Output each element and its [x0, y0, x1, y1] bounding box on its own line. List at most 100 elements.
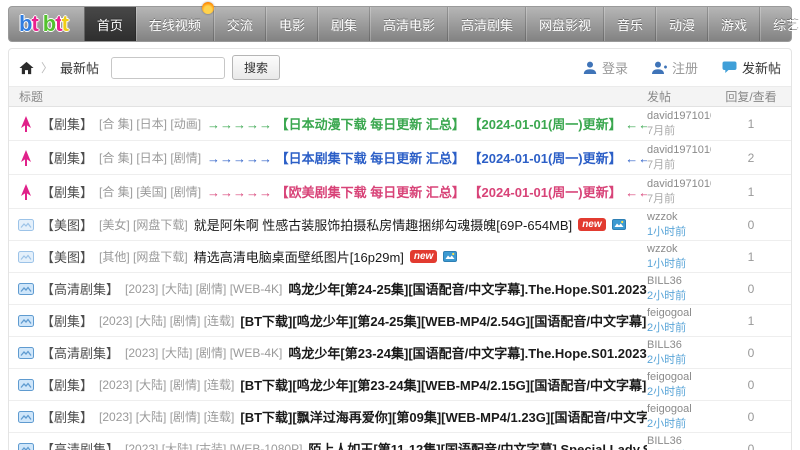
search-input[interactable] — [111, 56, 226, 79]
nav-item-games[interactable]: 游戏 — [708, 7, 761, 41]
reply-count: 0 — [747, 377, 755, 392]
login-link[interactable]: 登录 — [583, 58, 628, 77]
table-row: 【剧集】 [2023] [大陆] [剧情] [连载] [BT下载][鸣龙少年][… — [9, 369, 791, 401]
poster-name[interactable]: wzzok — [647, 210, 711, 224]
search-button[interactable]: 搜索 — [232, 55, 281, 80]
category-link[interactable]: 【剧集】 — [41, 114, 93, 133]
user-plus-icon — [651, 61, 667, 75]
home-icon[interactable] — [19, 61, 34, 75]
post-title-link[interactable]: 鸣龙少年[第24-25集][国语配音/中文字幕].The.Hope.S01.20… — [288, 279, 647, 298]
pinned-arrow-icon — [20, 183, 32, 200]
nav-item-variety[interactable]: 综艺 — [760, 7, 800, 41]
poster-name[interactable]: feigogoal — [647, 402, 711, 416]
category-link[interactable]: 【美图】 — [41, 247, 93, 266]
logo-letter: b — [42, 11, 56, 36]
nav-item-music[interactable]: 音乐 — [604, 7, 657, 41]
table-row: 【高清剧集】 [2023] [大陆] [古装] [WEB-1080P] 陌上人如… — [9, 433, 791, 450]
post-topic-icon — [18, 410, 34, 423]
category-link[interactable]: 【高清剧集】 — [41, 439, 119, 450]
post-title-link[interactable]: →→→→→ 【日本剧集下载 每日更新 汇总】 【2024-01-01(周一)更新… — [207, 148, 647, 167]
nav-item-online-video[interactable]: 在线视频 — [135, 2, 214, 41]
poster-name[interactable]: BILL36 — [647, 434, 711, 448]
table-row: 【高清剧集】 [2023] [大陆] [剧情] [WEB-4K] 鸣龙少年[第2… — [9, 337, 791, 369]
category-link[interactable]: 【剧集】 — [41, 375, 93, 394]
category-link[interactable]: 【剧集】 — [41, 182, 93, 201]
reply-count: 1 — [747, 249, 755, 264]
nav-item-label: 动漫 — [669, 17, 696, 33]
pinned-arrow-icon — [20, 149, 32, 166]
table-row: 【高清剧集】 [2023] [大陆] [剧情] [WEB-4K] 鸣龙少年[第2… — [9, 273, 791, 305]
post-title-link[interactable]: [BT下载][鸣龙少年][第23-24集][WEB-MP4/2.15G][国语配… — [240, 375, 647, 394]
post-time: 2小时前 — [647, 289, 687, 302]
logo-letter: t — [31, 11, 38, 36]
tag-labels: [美女] [网盘下载] — [99, 218, 188, 232]
poster-name[interactable]: BILL36 — [647, 274, 711, 288]
nav-item-chat[interactable]: 交流 — [213, 7, 266, 41]
nav-item-label: 高清电影 — [382, 17, 435, 33]
post-time: 7月前 — [647, 192, 676, 205]
new-post-button[interactable]: 发新帖 — [722, 58, 781, 77]
register-link[interactable]: 注册 — [651, 58, 698, 77]
nav-item-label: 网盘影视 — [539, 17, 592, 33]
breadcrumb: 〉 最新帖 — [19, 58, 99, 77]
post-time: 1小时前 — [647, 225, 687, 238]
poster-name[interactable]: david19710102 — [647, 143, 711, 157]
tag-labels: [其他] [网盘下载] — [99, 250, 188, 264]
reply-count: 2 — [747, 150, 755, 165]
nav-item-hd-movies[interactable]: 高清电影 — [369, 7, 448, 41]
poster-name[interactable]: david19710102 — [647, 109, 711, 123]
post-time: 7月前 — [647, 158, 676, 171]
nav-item-home[interactable]: 首页 — [83, 7, 136, 41]
tag-labels: [2023] [大陆] [剧情] [连载] — [99, 378, 235, 392]
site-logo[interactable]: btbtt — [9, 7, 84, 41]
tag-labels: [2023] [大陆] [剧情] [WEB-4K] — [125, 346, 283, 360]
poster-name[interactable]: david19710102 — [647, 177, 711, 191]
poster-name[interactable]: BILL36 — [647, 338, 711, 352]
nav-item-series[interactable]: 剧集 — [317, 7, 370, 41]
post-time: 1小时前 — [647, 257, 687, 270]
nav-item-movies[interactable]: 电影 — [265, 7, 318, 41]
post-title-link[interactable]: 鸣龙少年[第23-24集][国语配音/中文字幕].The.Hope.S01.20… — [288, 343, 647, 362]
post-topic-icon — [18, 442, 34, 450]
post-title-link[interactable]: →→→→→ 【日本动漫下载 每日更新 汇总】 【2024-01-01(周一)更新… — [207, 114, 647, 133]
logo-letter: t — [61, 11, 69, 36]
tag-labels: [合 集] [日本] [剧情] — [99, 151, 202, 165]
nav-item-label: 剧集 — [330, 17, 357, 33]
tag-labels: [2023] [大陆] [剧情] [连载] — [99, 410, 235, 424]
post-title-link[interactable]: 陌上人如玉[第11-12集][国语配音/中文字幕].Special.Lady.S… — [308, 439, 647, 450]
poster-name[interactable]: feigogoal — [647, 306, 711, 320]
post-image-icon — [18, 218, 34, 231]
logo-letter: b — [19, 11, 32, 36]
category-link[interactable]: 【剧集】 — [41, 148, 93, 167]
tag-labels: [合 集] [日本] [动画] — [99, 117, 202, 131]
category-link[interactable]: 【美图】 — [41, 215, 93, 234]
post-time: 2小时前 — [647, 385, 687, 398]
image-attachment-icon — [443, 251, 458, 262]
table-row: 【美图】 [美女] [网盘下载] 就是阿朱啊 性感古装服饰拍摄私房情趣捆绑勾魂摄… — [9, 209, 791, 241]
category-link[interactable]: 【高清剧集】 — [41, 343, 119, 362]
post-title-link[interactable]: 就是阿朱啊 性感古装服饰拍摄私房情趣捆绑勾魂摄魄[69P-654MB] — [194, 215, 573, 234]
post-image-icon — [18, 250, 34, 263]
nav-menu: 首页 在线视频 交流 电影 剧集 高清电影 高清剧集 网盘影视 音乐 动漫 游戏 — [83, 2, 800, 41]
table-row: 【剧集】 [合 集] [美国] [剧情] →→→→→ 【欧美剧集下载 每日更新 … — [9, 175, 791, 209]
nav-item-anime[interactable]: 动漫 — [656, 7, 709, 41]
reply-count: 1 — [747, 313, 755, 328]
login-label: 登录 — [601, 61, 628, 76]
post-title-link[interactable]: →→→→→ 【欧美剧集下载 每日更新 汇总】 【2024-01-01(周一)更新… — [207, 182, 647, 201]
tag-labels: [2023] [大陆] [剧情] [WEB-4K] — [125, 282, 283, 296]
post-title-link[interactable]: [BT下载][飘洋过海再爱你][第09集][WEB-MP4/1.23G][国语配… — [240, 407, 647, 426]
category-link[interactable]: 【高清剧集】 — [41, 279, 119, 298]
category-link[interactable]: 【剧集】 — [41, 407, 93, 426]
post-title-link[interactable]: [BT下载][鸣龙少年][第24-25集][WEB-MP4/2.54G][国语配… — [240, 311, 647, 330]
user-links: 登录 注册 发新帖 — [583, 58, 781, 77]
nav-item-label: 电影 — [278, 17, 305, 33]
post-time: 2小时前 — [647, 417, 687, 430]
nav-item-cloud-video[interactable]: 网盘影视 — [526, 7, 605, 41]
table-row: 【美图】 [其他] [网盘下载] 精选高清电脑桌面壁纸图片[16p29m] ne… — [9, 241, 791, 273]
nav-item-hd-series[interactable]: 高清剧集 — [447, 7, 526, 41]
poster-name[interactable]: wzzok — [647, 242, 711, 256]
category-link[interactable]: 【剧集】 — [41, 311, 93, 330]
table-row: 【剧集】 [合 集] [日本] [剧情] →→→→→ 【日本剧集下载 每日更新 … — [9, 141, 791, 175]
poster-name[interactable]: feigogoal — [647, 370, 711, 384]
post-title-link[interactable]: 精选高清电脑桌面壁纸图片[16p29m] — [194, 247, 404, 266]
